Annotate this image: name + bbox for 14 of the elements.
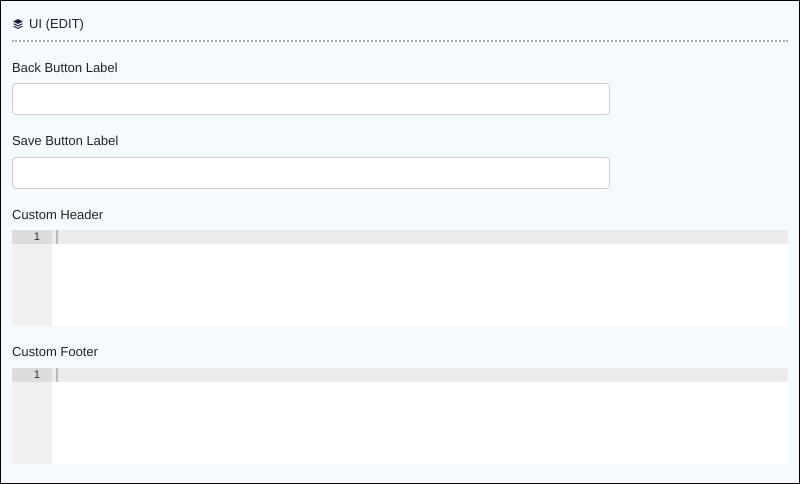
input-field[interactable]	[12, 83, 610, 115]
code-editor[interactable]: 1	[12, 368, 788, 464]
field-label: Save Button Label	[12, 132, 120, 150]
field-label: Custom Footer	[12, 343, 99, 361]
text-cursor	[56, 230, 58, 244]
text-cursor	[56, 368, 58, 382]
input-field[interactable]	[12, 156, 610, 188]
field-label: Back Button Label	[12, 58, 119, 76]
line-number: 1	[12, 230, 52, 244]
section-title: UI (EDIT)	[29, 15, 84, 33]
line-number: 1	[12, 368, 52, 382]
code-editor[interactable]: 1	[12, 230, 788, 326]
layers-icon	[12, 18, 24, 30]
field-label: Custom Header	[12, 206, 104, 224]
